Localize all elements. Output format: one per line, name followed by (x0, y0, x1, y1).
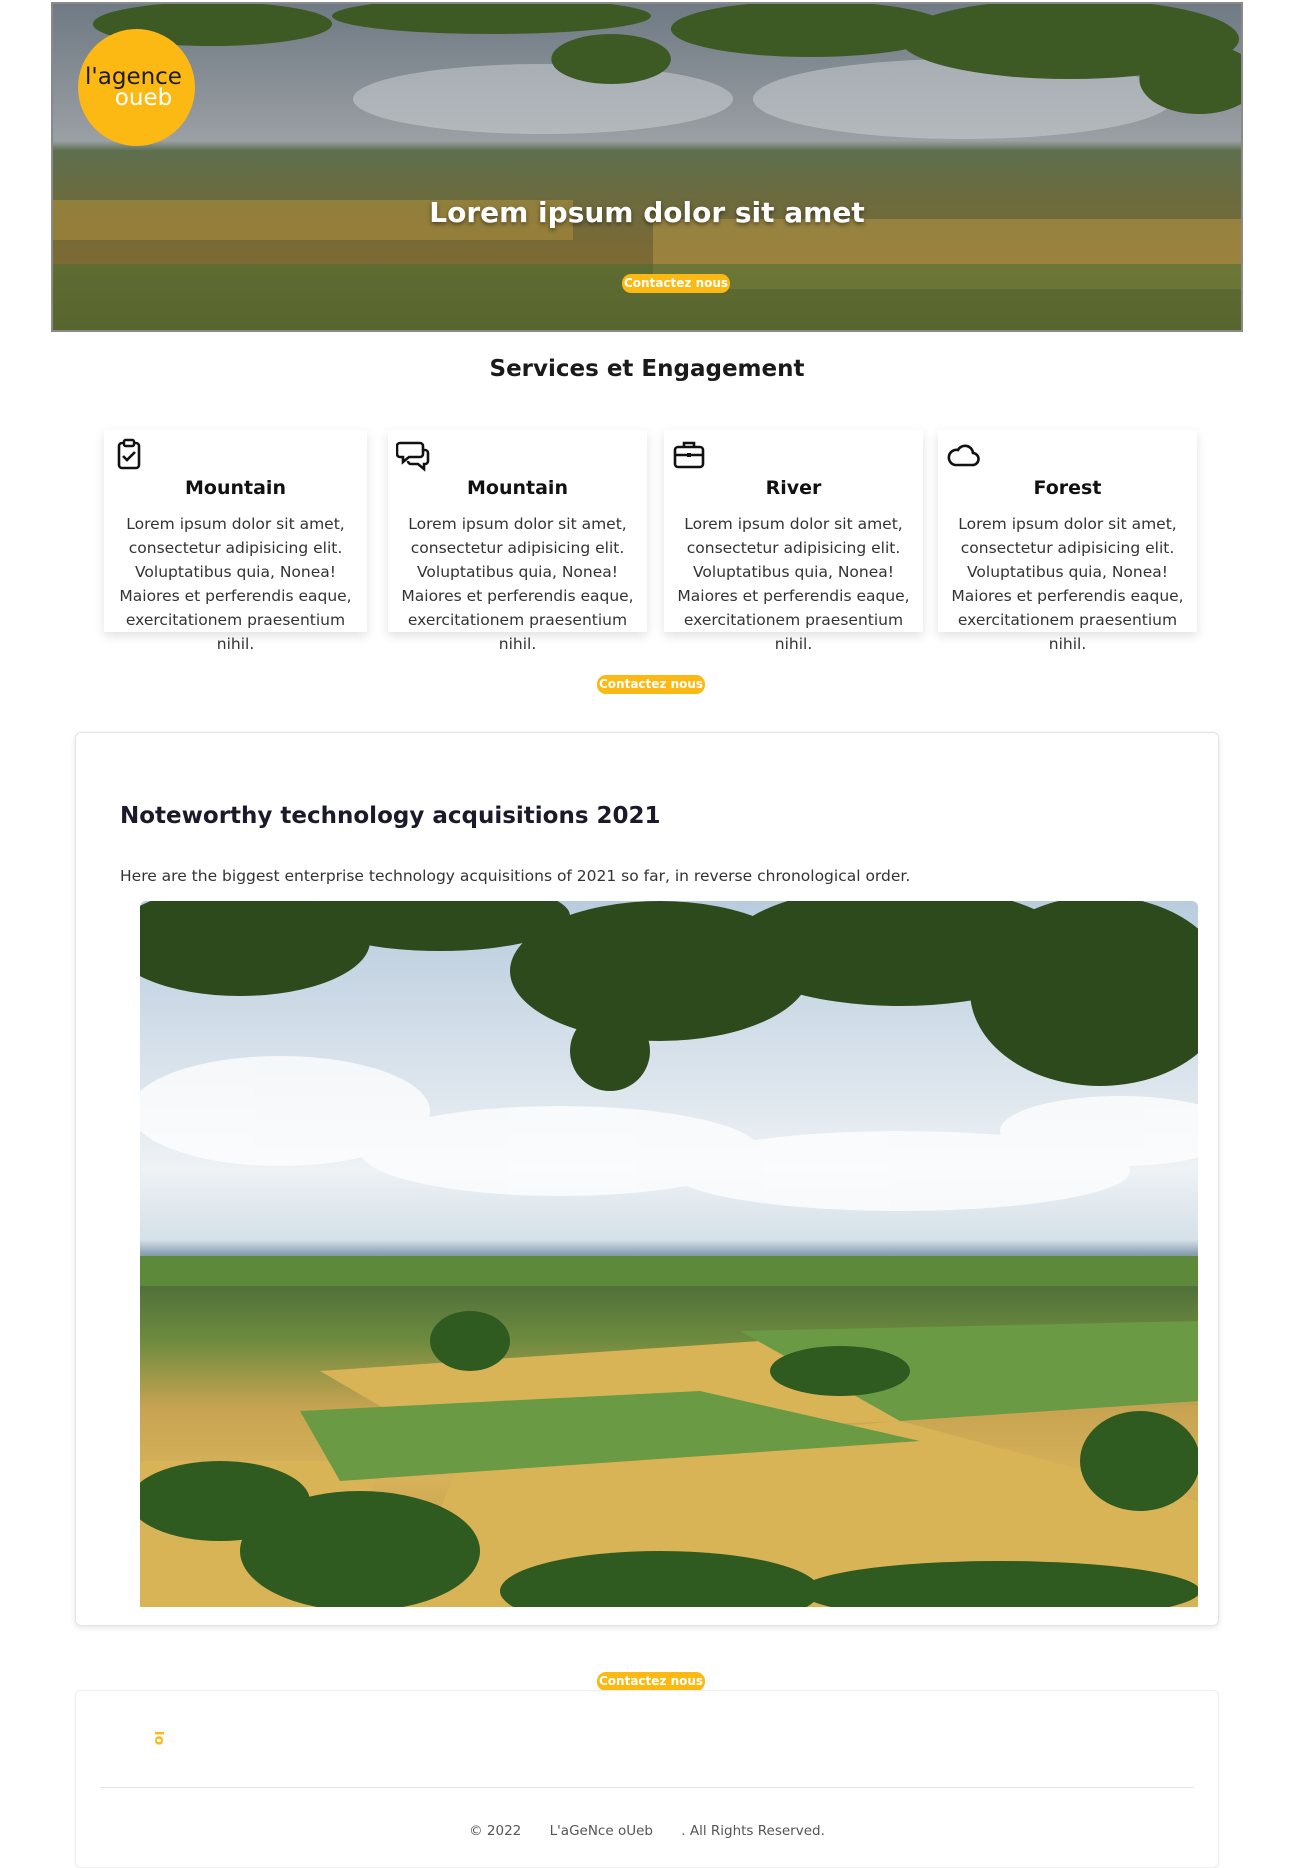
chat-bubbles-icon (396, 441, 430, 472)
services-contact-button[interactable]: Contactez nous (597, 675, 706, 694)
service-card-title: River (765, 477, 822, 499)
footer-divider (100, 1787, 1194, 1788)
services-contact-button-wrap: Contactez nous (597, 673, 706, 694)
article-text: Here are the biggest enterprise technolo… (120, 867, 911, 885)
hero-banner: l'agence oueb Lorem ipsum dolor sit amet… (51, 2, 1243, 332)
service-card-title: Mountain (467, 477, 568, 499)
footer-logo-icon[interactable]: lo (146, 1721, 164, 1755)
service-card: Mountain Lorem ipsum dolor sit amet, con… (388, 430, 647, 653)
landscape-photo (140, 901, 1198, 1607)
service-card: River Lorem ipsum dolor sit amet, consec… (664, 430, 923, 653)
service-card-title: Forest (1033, 477, 1102, 499)
briefcase-icon (673, 441, 705, 469)
article-card: Noteworthy technology acquisitions 2021 … (75, 732, 1219, 1626)
logo-line2: oueb (114, 84, 173, 111)
service-card: Mountain Lorem ipsum dolor sit amet, con… (104, 430, 367, 653)
agency-logo[interactable]: l'agence oueb (78, 29, 195, 146)
clipboard-check-icon (117, 438, 141, 470)
svg-text:lo: lo (151, 1731, 164, 1746)
article-contact-button-wrap: Contactez nous (597, 1670, 706, 1691)
footer-rights: . All Rights Reserved. (681, 1823, 825, 1839)
service-card: Forest Lorem ipsum dolor sit amet, conse… (938, 430, 1197, 653)
service-card-text: Lorem ipsum dolor sit amet, consectetur … (119, 515, 352, 653)
cloud-icon (947, 444, 980, 467)
footer-brand-link[interactable]: L'aGeNce oUeb (550, 1823, 653, 1839)
services-title: Services et Engagement (489, 356, 805, 382)
service-card-title: Mountain (185, 477, 286, 499)
hero-leaves (92, 4, 1241, 114)
hero-contact-button[interactable]: Contactez nous (622, 274, 731, 293)
article-title: Noteworthy technology acquisitions 2021 (120, 803, 661, 829)
hero-contact-button-wrap: Contactez nous (622, 272, 731, 293)
site-footer: lo © 2022 L'aGeNce oUeb . All Rights Res… (75, 1690, 1219, 1868)
footer-year: © 2022 (469, 1823, 522, 1839)
service-card-text: Lorem ipsum dolor sit amet, consectetur … (951, 515, 1184, 653)
service-card-text: Lorem ipsum dolor sit amet, consectetur … (401, 515, 634, 653)
article-contact-button[interactable]: Contactez nous (597, 1672, 706, 1691)
hero-title: Lorem ipsum dolor sit amet (429, 196, 865, 229)
landscape-illustration (140, 901, 1198, 1607)
service-card-text: Lorem ipsum dolor sit amet, consectetur … (677, 515, 910, 653)
footer-copyright: © 2022 L'aGeNce oUeb . All Rights Reserv… (76, 1823, 1218, 1839)
